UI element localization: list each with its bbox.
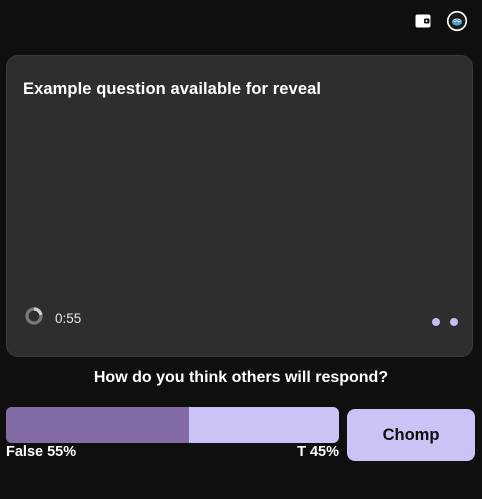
app: Example question available for reveal 0:… — [0, 0, 482, 499]
response-prompt: How do you think others will respond? — [93, 369, 389, 386]
timer-text: 0:55 — [55, 311, 82, 326]
question-card[interactable]: Example question available for reveal 0:… — [6, 55, 473, 357]
response-slider[interactable] — [6, 407, 339, 443]
timer-ring-icon — [25, 307, 43, 330]
false-percent-label: False 55% — [6, 444, 77, 460]
true-percent-label: T 45% — [297, 444, 339, 460]
avatar-icon[interactable] — [446, 10, 468, 32]
top-bar — [412, 10, 468, 32]
question-text: Example question available for reveal — [23, 80, 322, 98]
false-percent-fill — [6, 407, 190, 443]
question-timer: 0:55 — [25, 307, 81, 330]
more-options-icon[interactable] — [432, 318, 458, 326]
dot — [432, 318, 440, 326]
wallet-icon[interactable] — [412, 10, 434, 32]
dot — [450, 318, 458, 326]
chomp-button[interactable]: Chomp — [347, 409, 475, 461]
